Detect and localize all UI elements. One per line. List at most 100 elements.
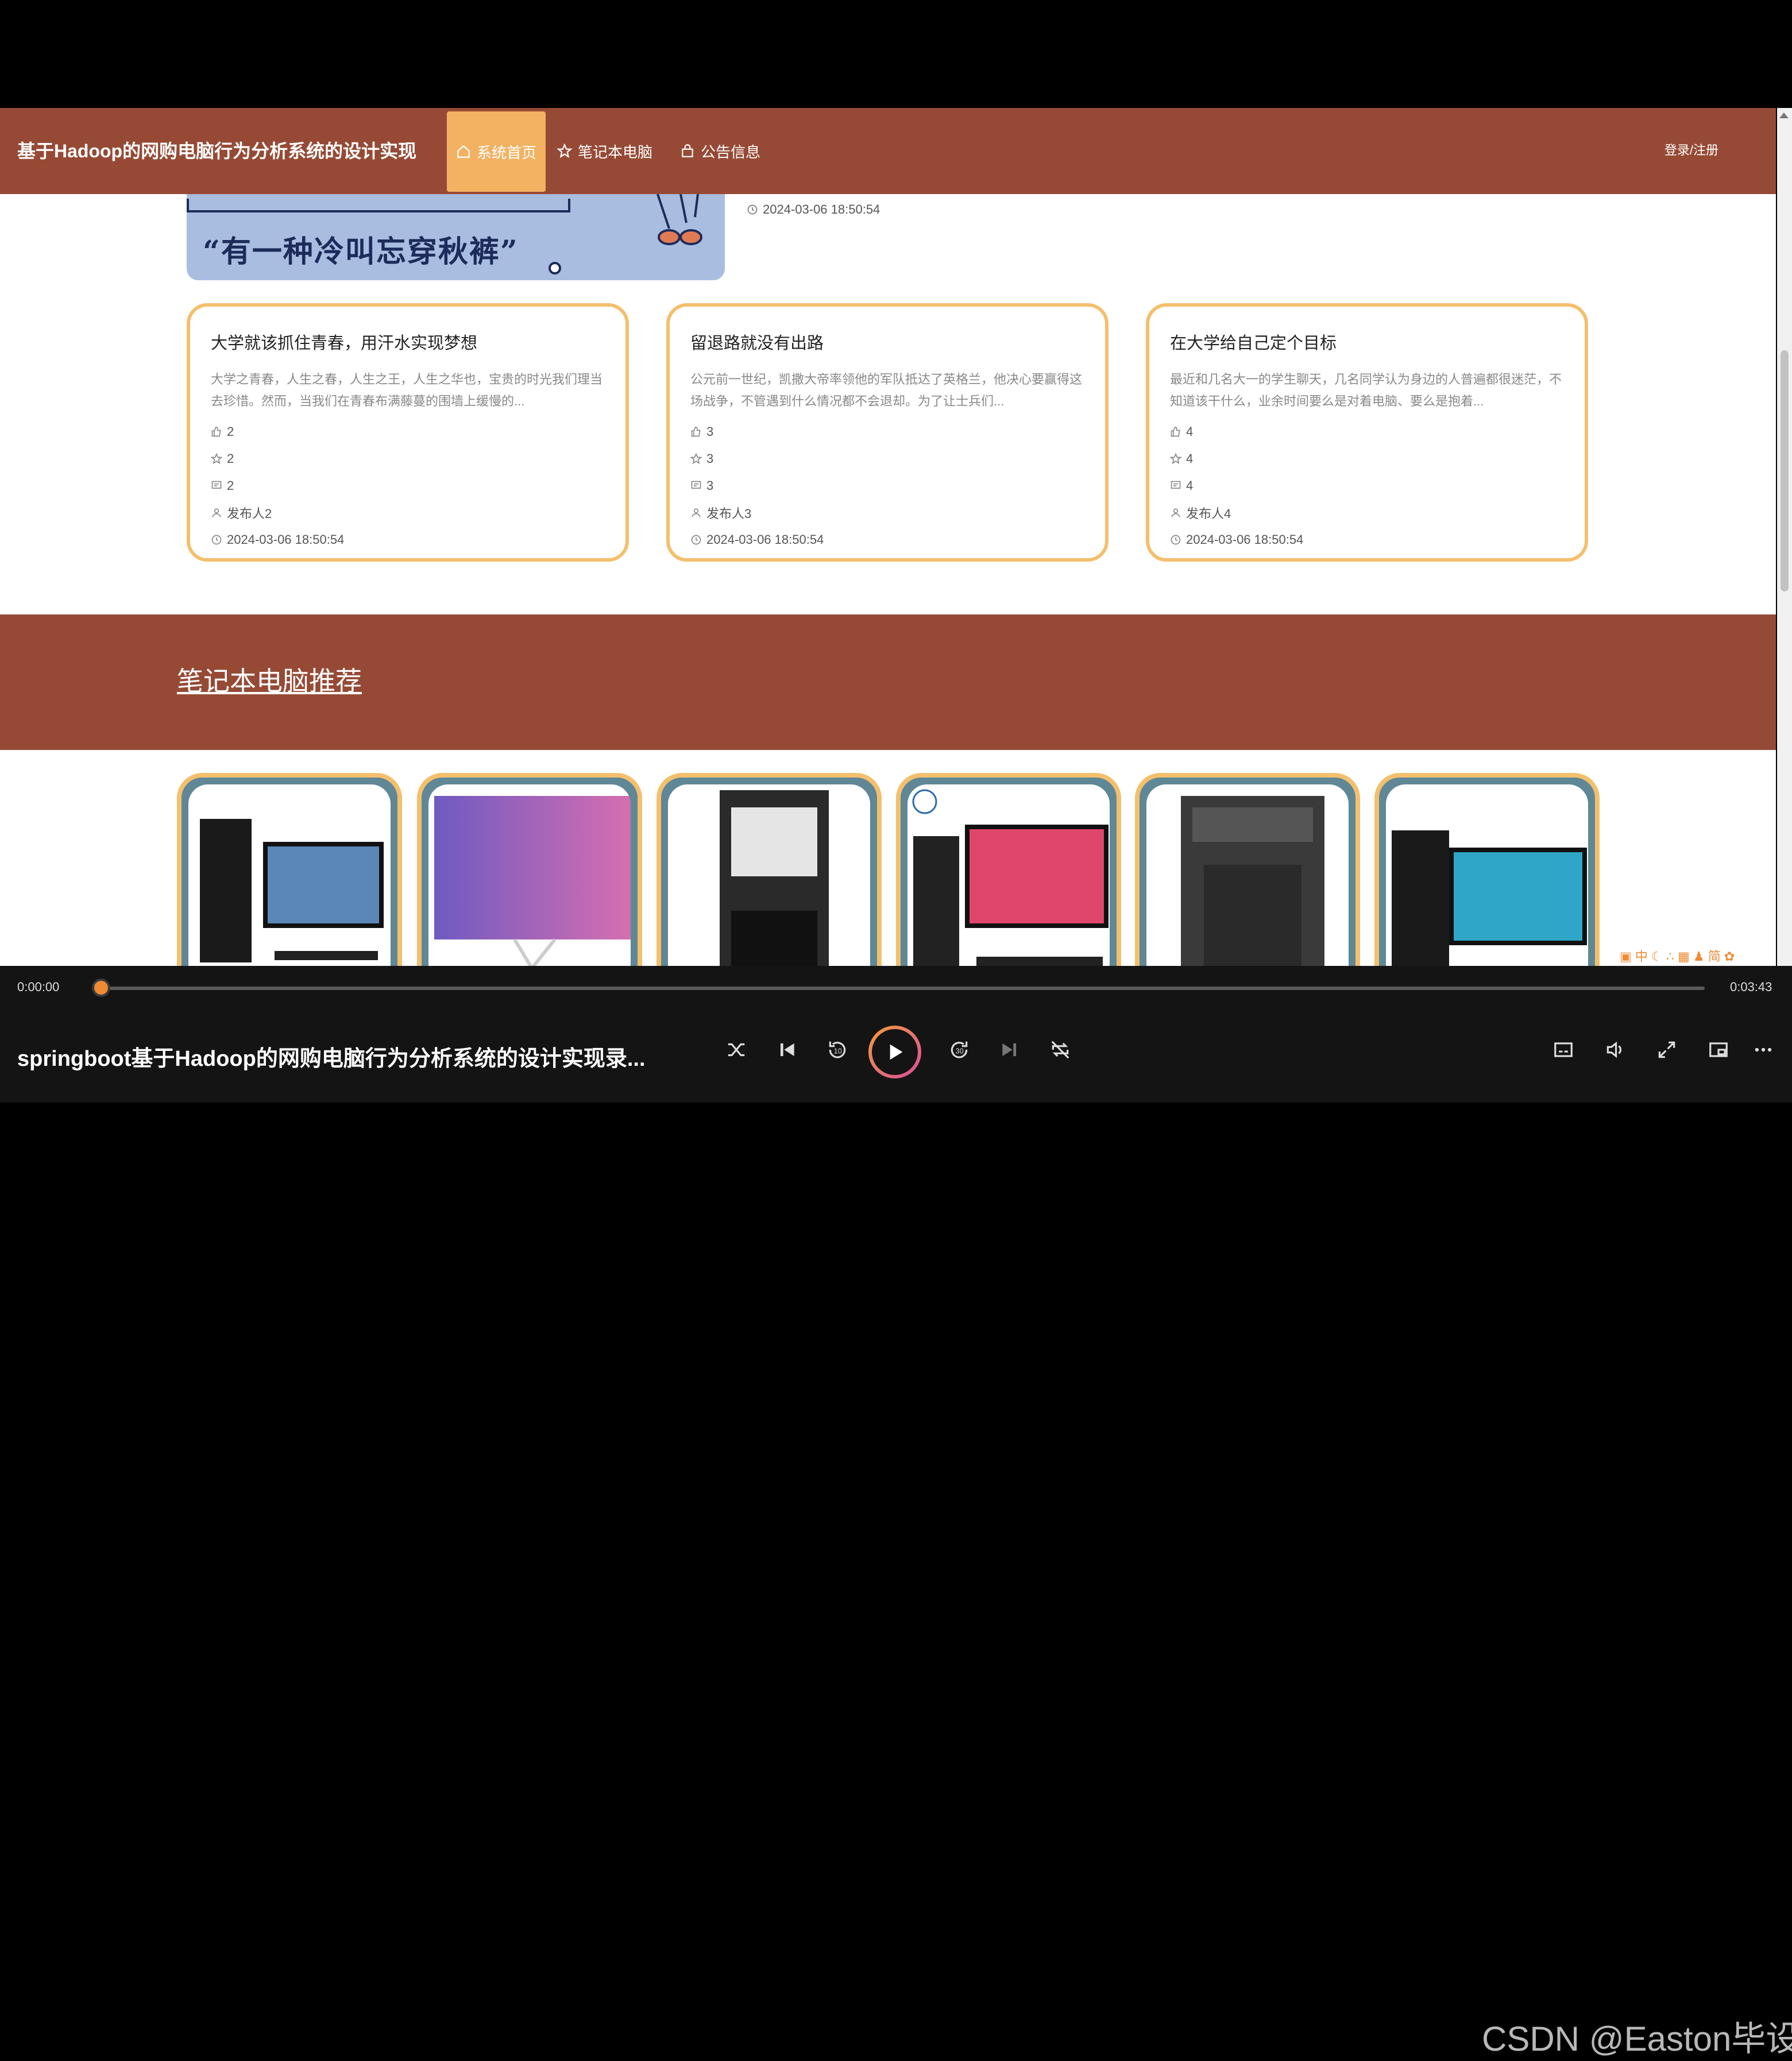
like-count-value: 4 (1186, 424, 1194, 439)
more-options-button[interactable] (1746, 1033, 1781, 1067)
product-card[interactable] (417, 773, 642, 966)
svg-text:10: 10 (834, 1047, 842, 1055)
comment-count: 4 (1170, 472, 1564, 499)
favorite-count: 2 (211, 445, 605, 472)
news-banner-image[interactable]: “有一种冷叫忘穿秋裤” (187, 194, 725, 280)
like-count: 4 (1170, 418, 1564, 445)
clock-icon (211, 535, 222, 544)
expand-icon (1658, 1041, 1675, 1058)
subtitles-button[interactable] (1546, 1033, 1581, 1067)
product-card[interactable] (177, 773, 402, 966)
shuffle-icon (728, 1043, 745, 1057)
product-image (907, 784, 1110, 966)
desktop-pc-with-monitor-image (200, 819, 384, 962)
comment-count: 3 (690, 472, 1084, 499)
progress-knob[interactable] (92, 979, 110, 997)
publish-time-value: 2024-03-06 18:50:54 (706, 532, 824, 547)
play-icon (890, 1044, 903, 1060)
user-icon (1171, 508, 1180, 517)
star-icon (557, 144, 572, 158)
nav-notice[interactable]: 公告信息 (680, 108, 760, 194)
gaming-tower-image (1181, 796, 1324, 966)
scroll-up-arrow-icon[interactable] (1779, 113, 1789, 118)
skip-next-icon (1002, 1043, 1017, 1057)
recommend-section-header: 笔记本电脑推荐 (0, 614, 1776, 750)
rewind-10-button[interactable]: 10 (820, 1033, 855, 1067)
bag-icon (682, 144, 693, 157)
shuffle-button[interactable] (719, 1033, 754, 1067)
publish-time-value: 2024-03-06 18:50:54 (227, 532, 345, 547)
comment-icon (211, 481, 222, 489)
ime-toolbar[interactable]: ▣ 中 ☾ ∴ ▦ ♟ 简 ✿ (1620, 946, 1735, 964)
nav-home[interactable]: 系统首页 (447, 111, 546, 192)
publish-time: 2024-03-06 18:50:54 (690, 526, 1084, 553)
news-card-title: 大学就该抓住青春，用汗水实现梦想 (211, 334, 478, 353)
nav-laptops[interactable]: 笔记本电脑 (557, 108, 652, 194)
tower-pc-image (720, 790, 829, 966)
current-time: 0:00:00 (17, 980, 60, 994)
product-card[interactable] (896, 773, 1121, 966)
repeat-off-button[interactable] (1043, 1033, 1077, 1067)
author: 发布人3 (690, 499, 1084, 526)
news-card[interactable]: 大学就该抓住青春，用汗水实现梦想 大学之青春，人生之春，人生之王，人生之华也，宝… (187, 303, 629, 562)
news-card-title: 留退路就没有出路 (690, 334, 824, 353)
fullscreen-button[interactable] (1650, 1033, 1684, 1067)
volume-button[interactable] (1598, 1033, 1632, 1067)
rewind-10-icon: 10 (829, 1041, 846, 1058)
web-page: 基于Hadoop的网购电脑行为分析系统的设计实现 系统首页 笔记本电脑 公告信息… (0, 108, 1776, 966)
forward-30-button[interactable]: 30 (942, 1033, 976, 1067)
star-icon (211, 453, 222, 464)
nav-notice-label: 公告信息 (701, 143, 761, 161)
user-icon (212, 508, 221, 517)
news-card-title: 在大学给自己定个目标 (1170, 334, 1337, 353)
previous-button[interactable] (770, 1033, 804, 1067)
like-count-value: 2 (227, 424, 234, 439)
nav-home-label: 系统首页 (477, 144, 537, 161)
favorite-count-value: 2 (227, 451, 234, 466)
product-image (188, 784, 391, 966)
news-card[interactable]: 留退路就没有出路 公元前一世纪，凯撒大帝率领他的军队抵达了英格兰，他决心要赢得这… (666, 303, 1109, 562)
scrollbar-thumb[interactable] (1781, 350, 1789, 591)
banner-news-time: 2024-03-06 18:50:54 (747, 202, 880, 217)
login-register-link[interactable]: 登录/注册 (1664, 140, 1718, 158)
recommend-section-title[interactable]: 笔记本电脑推荐 (177, 660, 362, 698)
progress-track[interactable] (92, 987, 1705, 990)
next-button[interactable] (992, 1033, 1027, 1067)
product-image (1146, 784, 1349, 966)
play-button[interactable] (868, 1026, 921, 1078)
mini-player-button[interactable] (1701, 1033, 1736, 1067)
play-button-inner (872, 1029, 918, 1075)
banner-dot-decoration (549, 262, 561, 274)
favorite-count-value: 4 (1186, 451, 1194, 466)
banner-rail-decoration (187, 199, 570, 212)
news-card-summary: 大学之青春，人生之春，人生之王，人生之华也，宝贵的时光我们理当去珍惜。然而，当我… (211, 372, 603, 408)
product-card[interactable] (1135, 773, 1360, 966)
publish-time: 2024-03-06 18:50:54 (1170, 526, 1564, 553)
product-card[interactable] (656, 773, 882, 966)
author-name: 发布人2 (227, 506, 272, 521)
svg-text:30: 30 (956, 1047, 964, 1055)
favorite-count-value: 3 (706, 451, 714, 466)
product-card[interactable] (1374, 773, 1600, 966)
author: 发布人4 (1170, 499, 1564, 526)
comment-icon (691, 481, 701, 489)
duration-time: 0:03:43 (1730, 980, 1772, 994)
thumbs-up-icon (211, 426, 221, 436)
comment-count: 2 (211, 472, 605, 499)
csdn-watermark: CSDN @Easton毕设 (1482, 2020, 1792, 2058)
comment-icon (1171, 481, 1181, 489)
cartoon-figure-illustration (656, 194, 702, 245)
news-card[interactable]: 在大学给自己定个目标 最近和几名大一的学生聊天，几名同学认为身边的人普遍都很迷茫… (1146, 303, 1588, 562)
banner-time-text: 2024-03-06 18:50:54 (763, 202, 880, 216)
like-count: 2 (211, 418, 605, 445)
comment-count-value: 3 (706, 478, 714, 493)
favorite-count: 4 (1170, 445, 1564, 472)
skip-previous-icon (780, 1043, 794, 1057)
like-count-value: 3 (706, 424, 714, 439)
video-letterbox-top (0, 0, 1792, 101)
comment-count-value: 4 (1186, 478, 1194, 493)
news-card-summary: 最近和几名大一的学生聊天，几名同学认为身边的人普遍都很迷茫，不知道该干什么，业余… (1170, 372, 1562, 408)
like-count: 3 (690, 418, 1084, 445)
thumbs-up-icon (691, 426, 701, 436)
clock-icon (691, 535, 701, 544)
